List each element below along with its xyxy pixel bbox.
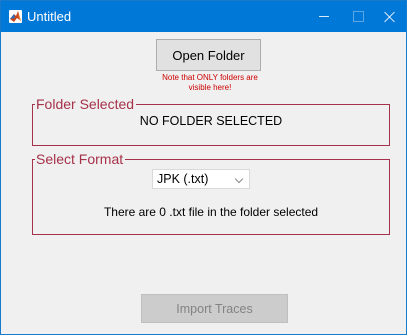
- file-count-text: There are 0 .txt file in the folder sele…: [103, 205, 319, 219]
- folder-selected-panel: Folder Selected NO FOLDER SELECTED: [32, 96, 390, 146]
- format-dropdown[interactable]: JPK (.txt): [152, 169, 250, 189]
- window-title: Untitled: [27, 9, 72, 24]
- maximize-icon: [352, 11, 364, 22]
- minimize-icon: [319, 16, 329, 17]
- folder-status-text: NO FOLDER SELECTED: [139, 114, 283, 128]
- matlab-icon: [9, 10, 22, 23]
- import-traces-button[interactable]: Import Traces: [141, 294, 288, 323]
- close-button[interactable]: [367, 1, 406, 32]
- folder-note: Note that ONLY folders are visible here!: [131, 73, 289, 93]
- folder-note-line-2: visible here!: [188, 83, 232, 92]
- open-folder-button[interactable]: Open Folder: [156, 39, 261, 71]
- app-window: Untitled Open Folder Note that ONLY fold…: [0, 0, 407, 335]
- folder-selected-title: Folder Selected: [35, 96, 137, 112]
- select-format-panel: Select Format JPK (.txt) There are 0 .tx…: [32, 151, 390, 235]
- title-bar[interactable]: Untitled: [1, 1, 406, 32]
- folder-note-line-1: Note that ONLY folders are: [162, 73, 258, 82]
- chevron-down-icon: [234, 174, 244, 184]
- format-dropdown-value: JPK (.txt): [157, 172, 209, 186]
- close-icon: [384, 11, 396, 23]
- select-format-title: Select Format: [35, 151, 126, 167]
